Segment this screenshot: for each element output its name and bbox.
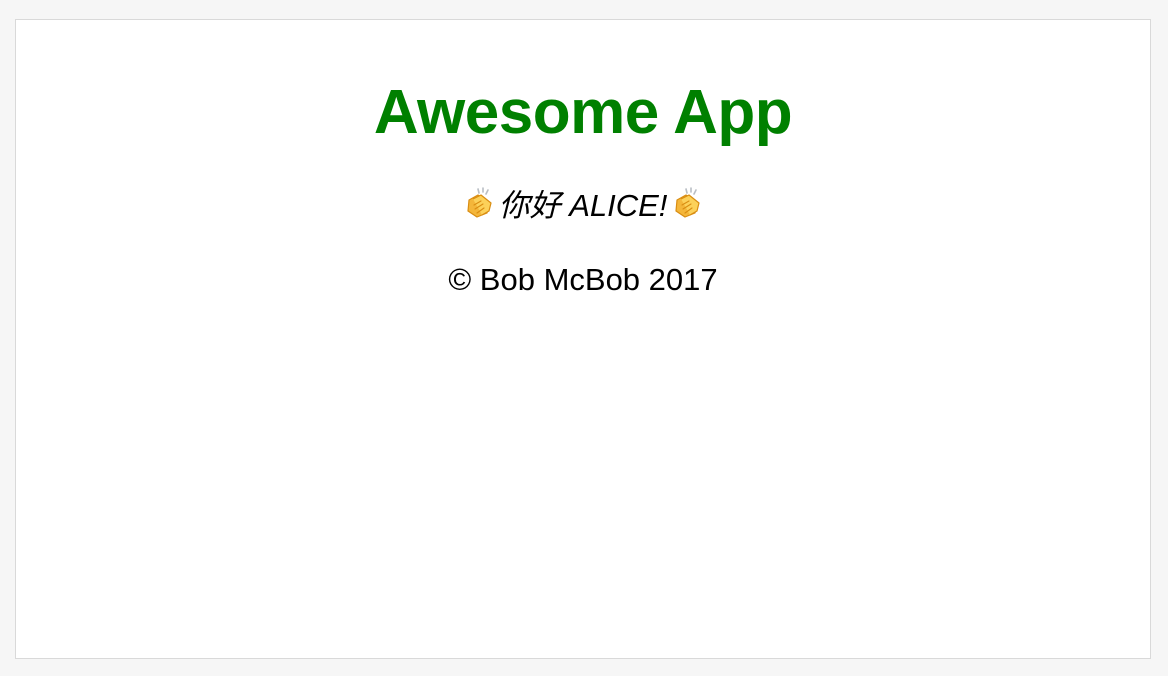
clapping-hands-icon (670, 186, 704, 220)
clapping-hands-icon (462, 186, 496, 220)
app-container: Awesome App 你好 ALICE! © Bob McBob 2017 (15, 19, 1151, 659)
greeting: 你好 ALICE! (16, 186, 1150, 224)
copyright-footer: © Bob McBob 2017 (448, 262, 718, 297)
app-title: Awesome App (373, 78, 793, 147)
greeting-text: 你好 ALICE! (498, 188, 668, 224)
